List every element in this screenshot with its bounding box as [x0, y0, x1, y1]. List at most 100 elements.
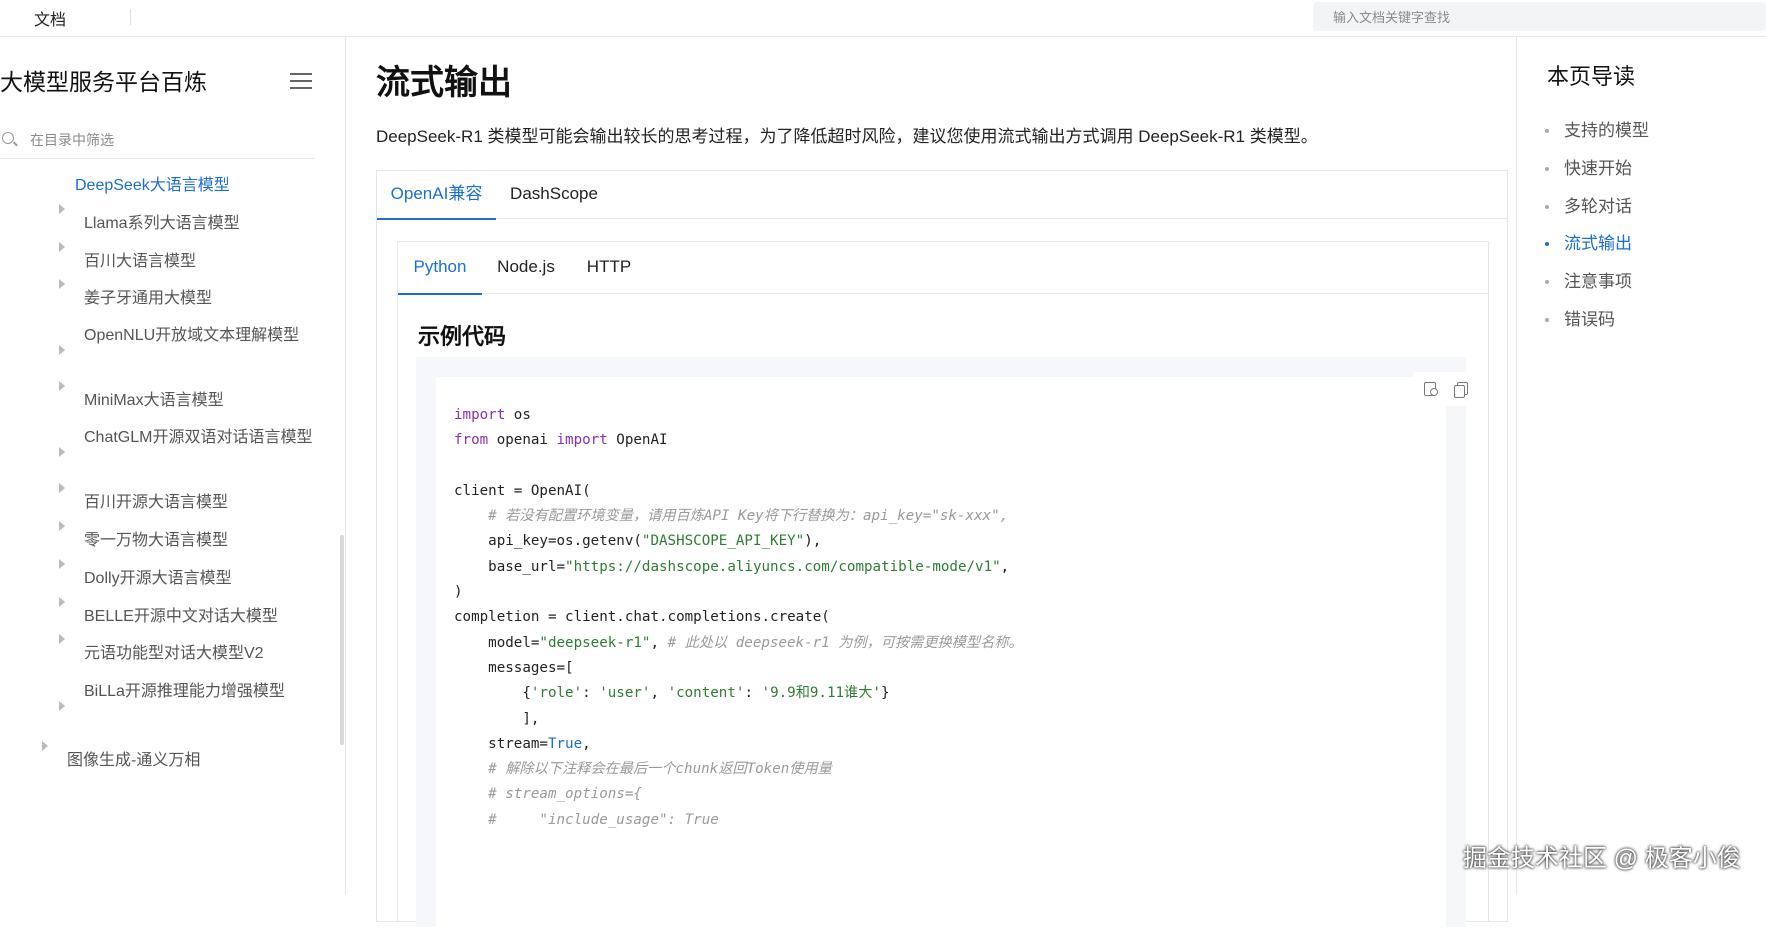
code-token: ,	[650, 685, 668, 702]
sidebar-item-label: OpenNLU开放域文本理解模型	[84, 327, 300, 344]
caret-right-icon	[59, 559, 65, 569]
hamburger-menu-icon[interactable]	[290, 73, 312, 89]
code-token: base_url=	[454, 558, 566, 575]
page-title: 流式输出	[376, 64, 512, 102]
code-string: 'user'	[599, 685, 651, 702]
code-token: from	[454, 432, 489, 449]
caret-right-icon	[59, 204, 65, 214]
toc-item-label: 支持的模型	[1564, 121, 1649, 140]
docs-brand-link[interactable]: 文档	[34, 6, 66, 30]
topbar-divider	[130, 9, 131, 25]
code-comment: # stream_options={	[454, 786, 642, 803]
copy-icon[interactable]	[1452, 380, 1470, 398]
caret-right-icon	[59, 381, 65, 391]
code-block: import os from openai import OpenAI clie…	[416, 357, 1466, 937]
bullet-icon	[1545, 242, 1549, 246]
code-token: ),	[804, 533, 822, 550]
code-token: ,	[650, 634, 668, 651]
doc-search[interactable]	[1313, 2, 1766, 33]
sidebar-item-label: BiLLa开源推理能力增强模型	[84, 683, 285, 700]
toc-title: 本页导读	[1547, 64, 1636, 89]
bullet-icon	[1545, 318, 1549, 322]
tab-nodejs[interactable]: Node.js	[490, 242, 562, 293]
doc-search-input[interactable]	[1313, 2, 1766, 33]
caret-right-icon	[59, 597, 65, 607]
code-builtin: True	[547, 735, 583, 752]
sidebar-item-billa[interactable]: BiLLa开源推理能力增强模型	[59, 678, 310, 734]
language-tabbar: Python Node.js HTTP	[398, 242, 1488, 295]
code-comment: # "include_usage": True	[454, 811, 719, 828]
code-actions	[1414, 372, 1478, 406]
code-token: OpenAI	[607, 432, 668, 449]
toc-item-label: 注意事项	[1564, 272, 1632, 291]
code-token: completion = client.chat.completions.cre…	[454, 609, 830, 626]
code-token: model=	[454, 634, 540, 651]
sidebar-item-label: 姜子牙通用大模型	[84, 290, 213, 307]
code-token: os	[505, 407, 531, 423]
sidebar-item-label: 百川开源大语言模型	[84, 494, 229, 511]
code-token: import	[454, 407, 506, 423]
code-string: 'role'	[530, 685, 583, 702]
bullet-icon	[1545, 167, 1549, 171]
code-token: ,	[1000, 558, 1010, 575]
sidebar-scrollbar[interactable]	[340, 535, 344, 745]
sidebar-item-label: MiniMax大语言模型	[84, 392, 224, 409]
code-string: "https://dashscope.aliyuncs.com/compatib…	[565, 558, 1001, 575]
toc-item-label: 错误码	[1564, 310, 1615, 329]
sidebar-item-label: 图像生成-通义万相	[67, 752, 201, 769]
run-code-icon[interactable]	[1422, 380, 1440, 398]
sidebar-item-label: ChatGLM开源双语对话语言模型	[84, 429, 313, 446]
intro-text: DeepSeek-R1 类模型可能会输出较长的思考过程，为了降低超时风险，建议您…	[376, 127, 1318, 146]
tab-dashscope[interactable]: DashScope	[508, 171, 600, 218]
code-token: import	[556, 432, 608, 449]
code-token: :	[744, 685, 762, 702]
caret-right-icon	[59, 521, 65, 531]
bullet-icon	[1545, 205, 1549, 209]
code-token: stream=	[454, 735, 548, 752]
code-comment: # 此处以 deepseek-r1 为例，可按需更换模型名称。	[667, 634, 1023, 651]
toc-item-label: 快速开始	[1564, 159, 1632, 178]
code-string: "deepseek-r1"	[539, 634, 651, 651]
code-comment: # 若没有配置环境变量，请用百炼API Key将下行替换为：api_key="s…	[454, 508, 1009, 525]
sidebar-filter	[0, 122, 315, 159]
language-tabs: Python Node.js HTTP 示例代码 import os from …	[397, 241, 1489, 937]
watermark: 掘金技术社区 @ 极客小俊	[1463, 845, 1741, 872]
code-token: ],	[454, 710, 540, 727]
caret-right-icon	[59, 483, 65, 493]
code-string: 'content'	[667, 685, 745, 702]
tab-openai-compatible[interactable]: OpenAI兼容	[377, 171, 496, 220]
api-tabbar: OpenAI兼容 DashScope	[377, 171, 1507, 220]
tab-http[interactable]: HTTP	[578, 242, 640, 293]
sidebar-filter-input[interactable]	[28, 126, 292, 154]
sidebar-title: 大模型服务平台百炼	[0, 69, 207, 95]
caret-right-icon	[59, 279, 65, 289]
code-string: "DASHSCOPE_API_KEY"	[641, 533, 805, 550]
sidebar-item-label: 百川大语言模型	[84, 253, 197, 270]
code-card: import os from openai import OpenAI clie…	[436, 377, 1446, 937]
sidebar-item-label: Dolly开源大语言模型	[84, 570, 232, 587]
sidebar-item-label: DeepSeek大语言模型	[75, 177, 230, 194]
sidebar-item-opennlu[interactable]: OpenNLU开放域文本理解模型	[59, 322, 310, 378]
caret-right-icon	[59, 447, 65, 457]
code-token: }	[880, 685, 890, 702]
caret-right-icon	[59, 634, 65, 644]
sidebar-item-label: BELLE开源中文对话大模型	[84, 608, 278, 625]
code-token: )	[454, 584, 463, 601]
top-bar: 文档	[0, 0, 1766, 37]
code-token: {	[454, 685, 531, 702]
bullet-icon	[1545, 129, 1549, 133]
sidebar-item-chatglm[interactable]: ChatGLM开源双语对话语言模型	[59, 424, 312, 480]
bullet-icon	[1545, 280, 1549, 284]
code-token: :	[582, 685, 600, 702]
code-string: '9.9和9.11谁大'	[761, 685, 881, 702]
code-token: ,	[582, 735, 591, 752]
sidebar-item-label: Llama系列大语言模型	[84, 215, 240, 232]
caret-right-icon	[59, 242, 65, 252]
tab-python[interactable]: Python	[398, 242, 482, 295]
sidebar-item-label: 零一万物大语言模型	[84, 532, 229, 549]
caret-right-icon	[59, 345, 65, 355]
main-content: 流式输出 DeepSeek-R1 类模型可能会输出较长的思考过程，为了降低超时风…	[346, 37, 1516, 937]
code-comment: # 解除以下注释会在最后一个chunk返回Token使用量	[454, 761, 832, 778]
api-tabs: OpenAI兼容 DashScope Python Node.js HTTP 示…	[376, 170, 1508, 937]
caret-right-icon	[42, 741, 48, 751]
